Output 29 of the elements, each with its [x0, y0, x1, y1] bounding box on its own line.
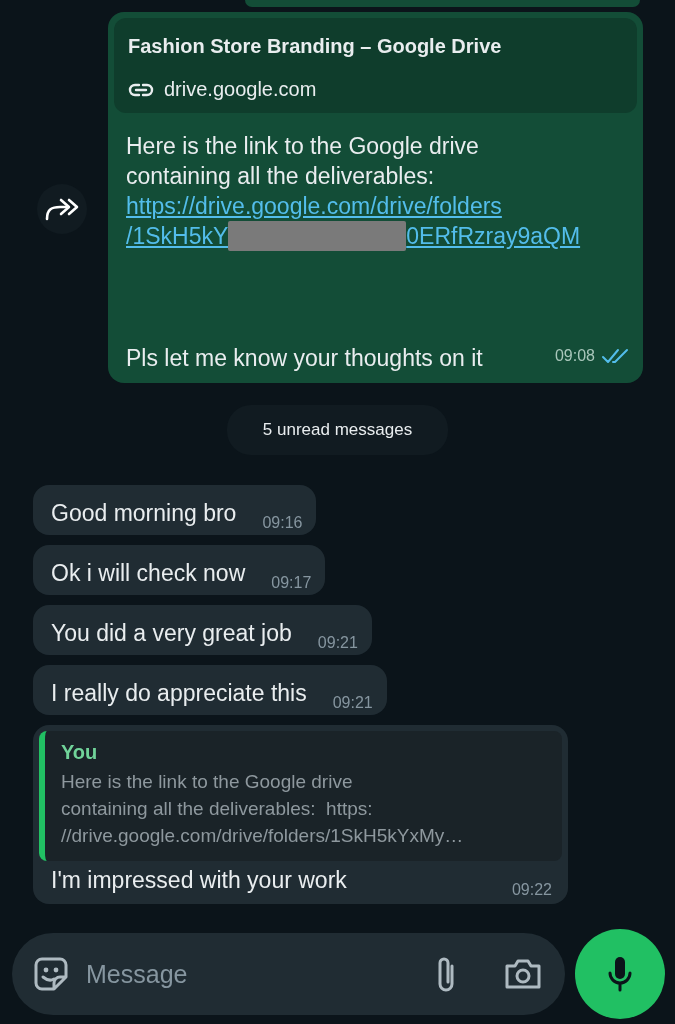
message-time: 09:08	[554, 346, 595, 366]
link[interactable]: 0ERfRzray9aQM	[406, 221, 581, 251]
message-time: 09:21	[317, 634, 358, 652]
link[interactable]: https://drive.google.com/drive/folders	[126, 191, 502, 221]
message-text: I'm impressed with your work	[51, 867, 347, 894]
message-text: I really do appreciate this	[51, 680, 307, 707]
message-text: Ok i will check now	[51, 560, 246, 587]
message-time: 09:17	[271, 574, 312, 592]
message-time: 09:16	[262, 514, 303, 532]
message-text: Good morning bro	[51, 500, 237, 527]
preview-title: Fashion Store Branding – Google Drive	[128, 35, 503, 58]
link-icon	[128, 81, 154, 98]
quoted-message[interactable]: You Here is the link to the Google drive containing all the deliverables: https: //drive.google.com/drive/folders/1SkH5kYxMy…	[39, 731, 562, 861]
microphone-icon	[607, 955, 633, 993]
camera-icon[interactable]	[503, 957, 543, 991]
preview-domain: drive.google.com	[164, 78, 317, 101]
link-preview[interactable]: Fashion Store Branding – Google Drive drive.google.com	[114, 18, 637, 113]
unread-divider: 5 unread messages	[226, 405, 449, 455]
message-text: Pls let me know your thoughts on it	[126, 344, 484, 373]
message-text: You did a very great job	[51, 620, 292, 647]
message-field[interactable]: Message	[84, 958, 419, 990]
message-text: Here is the link to the Google drive containing all the deliverables:	[126, 132, 480, 191]
message-time: 09:22	[511, 881, 552, 899]
sticker-icon[interactable]	[32, 955, 70, 993]
forward-icon	[44, 197, 80, 221]
quote-text: Here is the link to the Google drive containing all the deliverables: https: //drive.google.com/drive/folders/1SkH5kYxMy…	[61, 770, 465, 848]
message-time: 09:21	[332, 694, 373, 712]
quote-author: You	[61, 741, 99, 764]
link[interactable]: /1SkH5kY	[126, 221, 229, 251]
